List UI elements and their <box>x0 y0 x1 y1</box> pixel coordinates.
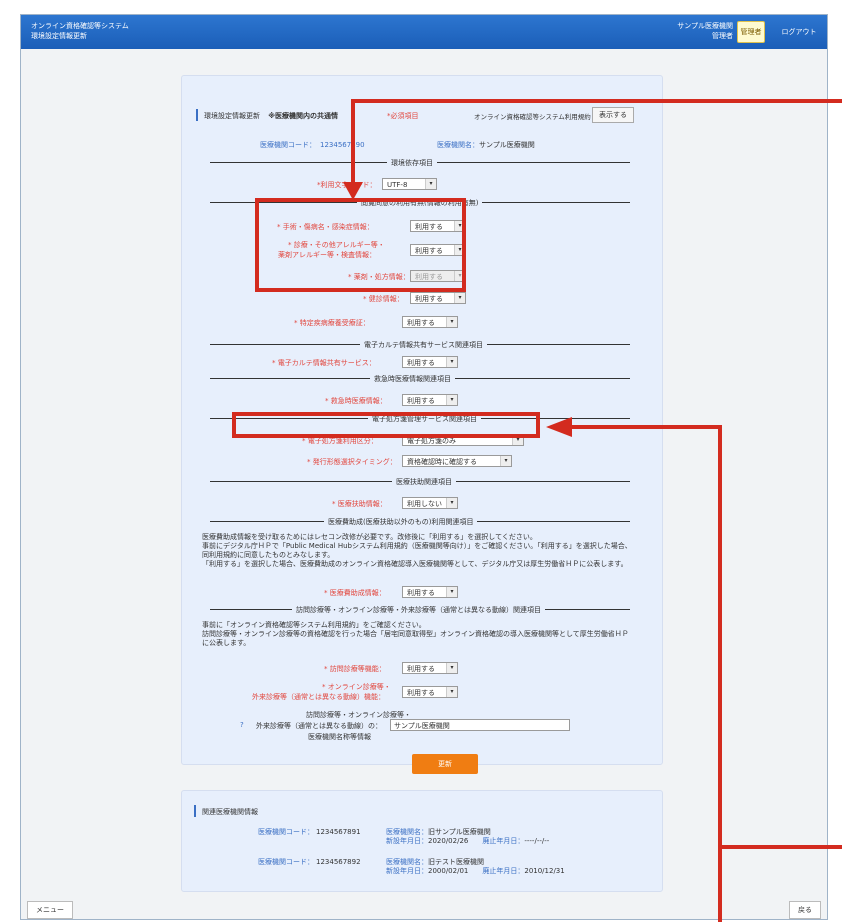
timing-select[interactable]: 資格確認時に確認する ▾ <box>402 455 512 467</box>
visit-label: * 訪問診療等機能： <box>324 665 386 673</box>
settings-heading: 環境設定情報更新 ※医療機関内の共通情 <box>204 112 339 120</box>
online-label-1: * オンライン診療等・ <box>322 683 391 691</box>
highlight-box-browse <box>255 198 466 292</box>
arrow-line-2-right <box>718 845 842 849</box>
online-select[interactable]: 利用する ▾ <box>402 686 458 698</box>
related-code-1: 医療機関コード： 1234567891 <box>258 828 361 836</box>
subsidy-select[interactable]: 利用する ▾ <box>402 586 458 598</box>
menu-button[interactable]: メニュー <box>27 901 73 919</box>
section-aid: 医療扶助関連項目 <box>392 477 456 487</box>
name-label-3: 医療機関名称等情報 <box>308 733 371 741</box>
org-info: サンプル医療機関 管理者 <box>677 21 733 41</box>
aid-label: * 医療扶助情報： <box>332 500 387 508</box>
chevron-down-icon: ▾ <box>446 587 457 597</box>
arrow-left-icon <box>546 417 572 437</box>
chevron-down-icon: ▾ <box>500 456 511 466</box>
chevron-down-icon: ▾ <box>446 663 457 673</box>
update-button[interactable]: 更新 <box>412 754 478 774</box>
section-env: 環境依存項目 <box>387 158 437 168</box>
chevron-down-icon: ▾ <box>454 293 465 303</box>
arrow-line-1 <box>351 99 355 189</box>
ekarte-select[interactable]: 利用する ▾ <box>402 356 458 368</box>
arrow-line-2 <box>570 425 722 429</box>
arrow-line-1-horizontal <box>351 99 842 103</box>
subsidy-label: * 医療費助成情報： <box>324 589 386 597</box>
chevron-down-icon: ▾ <box>446 317 457 327</box>
chevron-down-icon: ▾ <box>446 357 457 367</box>
related-card: 関連医療機関情報 医療機関コード： 1234567891 医療機関名：旧サンプル医… <box>181 790 663 892</box>
charset-select[interactable]: UTF-8 ▾ <box>382 178 437 190</box>
related-bar <box>194 805 196 817</box>
section-visit: 訪問診療等・オンライン診療等・外来診療等（通常とは異なる動線）関連項目 <box>292 605 545 615</box>
emergency-select[interactable]: 利用する ▾ <box>402 394 458 406</box>
section-emergency: 救急時医療情報関連項目 <box>370 374 455 384</box>
header-bar: オンライン資格確認等システム 環境設定情報更新 サンプル医療機関 管理者 管理者… <box>21 15 827 49</box>
related-title: 関連医療機関情報 <box>202 808 258 816</box>
help-icon[interactable]: ? <box>240 721 244 729</box>
admin-badge: 管理者 <box>737 21 765 43</box>
screen-name: 環境設定情報更新 <box>31 32 87 40</box>
terms-label: オンライン資格確認等システム利用規約 <box>474 113 591 121</box>
related-code-2: 医療機関コード： 1234567892 <box>258 858 361 866</box>
timing-label: * 発行形態選択タイミング： <box>307 458 397 466</box>
facility-name: 医療機関名：サンプル医療機関 <box>437 141 535 149</box>
chevron-down-icon: ▾ <box>446 687 457 697</box>
arrow-down-icon <box>343 182 363 200</box>
heading-bar <box>196 109 198 121</box>
section-ekarte: 電子カルテ情報共有サービス関連項目 <box>360 340 487 350</box>
required-note: *必須項目 <box>387 112 419 120</box>
chevron-down-icon: ▾ <box>425 179 436 189</box>
app-window: オンライン資格確認等システム 環境設定情報更新 サンプル医療機関 管理者 管理者… <box>20 14 828 920</box>
ekarte-label: * 電子カルテ情報共有サービス： <box>272 359 376 367</box>
checkup-select[interactable]: 利用する ▾ <box>410 292 466 304</box>
emergency-label: * 救急時医療情報： <box>325 397 387 405</box>
highlight-box-eprescription <box>232 412 540 438</box>
facility-code: 医療機関コード： 1234567890 <box>260 141 365 149</box>
specific-label: * 特定疾病療養受療証： <box>294 319 370 327</box>
facility-name-input[interactable]: サンプル医療機関 <box>390 719 570 731</box>
show-terms-button[interactable]: 表示する <box>592 107 634 123</box>
specific-select[interactable]: 利用する ▾ <box>402 316 458 328</box>
aid-select[interactable]: 利用しない ▾ <box>402 497 458 509</box>
checkup-label: * 健診情報： <box>363 295 404 303</box>
chevron-down-icon: ▾ <box>446 395 457 405</box>
related-dates-2: 新設年月日：2000/02/01 廃止年月日：2010/12/31 <box>386 867 565 875</box>
back-button[interactable]: 戻る <box>789 901 821 919</box>
logout-button[interactable]: ログアウト <box>779 23 819 41</box>
visit-select[interactable]: 利用する ▾ <box>402 662 458 674</box>
online-label-2: 外来診療等（通常とは異なる動線）機能： <box>252 693 385 701</box>
app-title: オンライン資格確認等システム 環境設定情報更新 <box>31 21 129 41</box>
related-dates-1: 新設年月日：2020/02/26 廃止年月日：----/--/-- <box>386 837 550 845</box>
name-label-2: 外来診療等（通常とは異なる動線）の： <box>256 722 382 730</box>
visit-notes: 事前に「オンライン資格確認等システム利用規約」をご確認ください。 訪問診療等・オ… <box>202 621 629 647</box>
org-name: サンプル医療機関 <box>677 22 733 30</box>
org-role: 管理者 <box>712 32 733 40</box>
chevron-down-icon: ▾ <box>446 498 457 508</box>
subsidy-notes: 医療費助成情報を受け取るためにはレセコン改修が必要です。改修後に「利用する」を選… <box>202 533 632 568</box>
system-name: オンライン資格確認等システム <box>31 22 129 30</box>
section-subsidy: 医療費助成(医療扶助以外のもの)利用関連項目 <box>324 517 478 527</box>
